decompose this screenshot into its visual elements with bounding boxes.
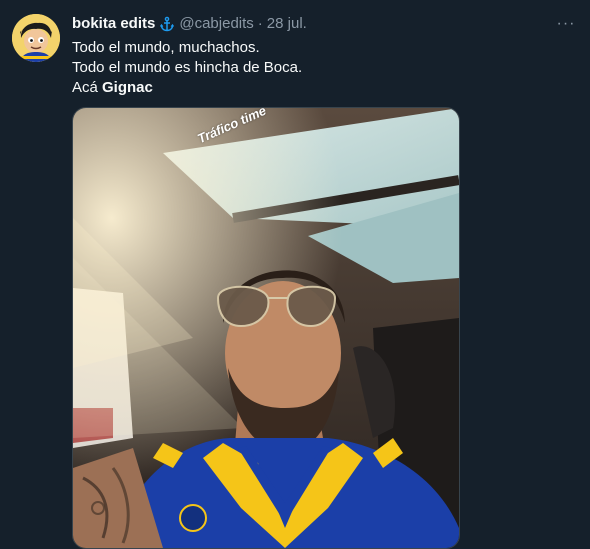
tweet-text-line-start: Acá	[72, 79, 103, 96]
tweet-text-line: Acá Gignac	[72, 78, 572, 98]
tweet-text-line: Todo el mundo, muchachos.	[72, 39, 260, 56]
more-icon[interactable]: ···	[556, 14, 576, 34]
tweet[interactable]: bokita edits @cabjedits · 28 jul. ··· To…	[0, 0, 590, 549]
author-name[interactable]: bokita edits	[72, 14, 155, 34]
header-separator: ·	[257, 15, 263, 32]
anchor-icon	[159, 16, 175, 32]
tweet-photo[interactable]: Tráfico time	[72, 107, 460, 549]
tweet-text-line: Todo el mundo es hincha de Boca.	[72, 59, 303, 76]
more-label: ···	[556, 15, 576, 32]
tweet-text-strong: Gignac	[102, 79, 153, 96]
author-handle[interactable]: @cabjedits	[179, 14, 253, 34]
tweet-header: bokita edits @cabjedits · 28 jul.	[72, 14, 307, 34]
photo-icon	[73, 108, 459, 548]
tweet-date[interactable]: 28 jul.	[267, 14, 307, 34]
tweet-text: Todo el mundo, muchachos. Todo el mundo …	[72, 38, 572, 98]
avatar[interactable]	[12, 14, 60, 62]
